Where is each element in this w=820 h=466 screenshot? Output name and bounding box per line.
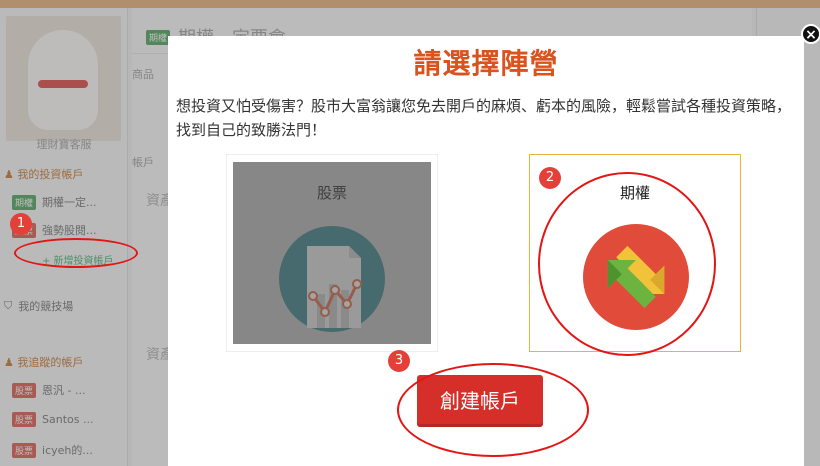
annotation-ring-create	[397, 363, 589, 457]
stock-card-panel: 股票	[233, 162, 431, 344]
annotation-ring-new-account	[14, 238, 138, 268]
annotation-badge-2: 2	[539, 167, 561, 189]
close-icon[interactable]: ×	[801, 24, 820, 44]
annotation-badge-1: 1	[10, 213, 32, 235]
stock-card-dim	[233, 162, 431, 344]
modal-description: 想投資又怕受傷害？股市大富翁讓您免去開戶的麻煩、虧本的風險，輕鬆嘗試各種投資策略…	[176, 97, 792, 139]
annotation-badge-3: 3	[388, 350, 410, 372]
annotation-ring-options	[538, 172, 716, 356]
stock-option-card[interactable]: 股票	[226, 154, 438, 352]
modal-title: 請選擇陣營	[413, 47, 559, 80]
